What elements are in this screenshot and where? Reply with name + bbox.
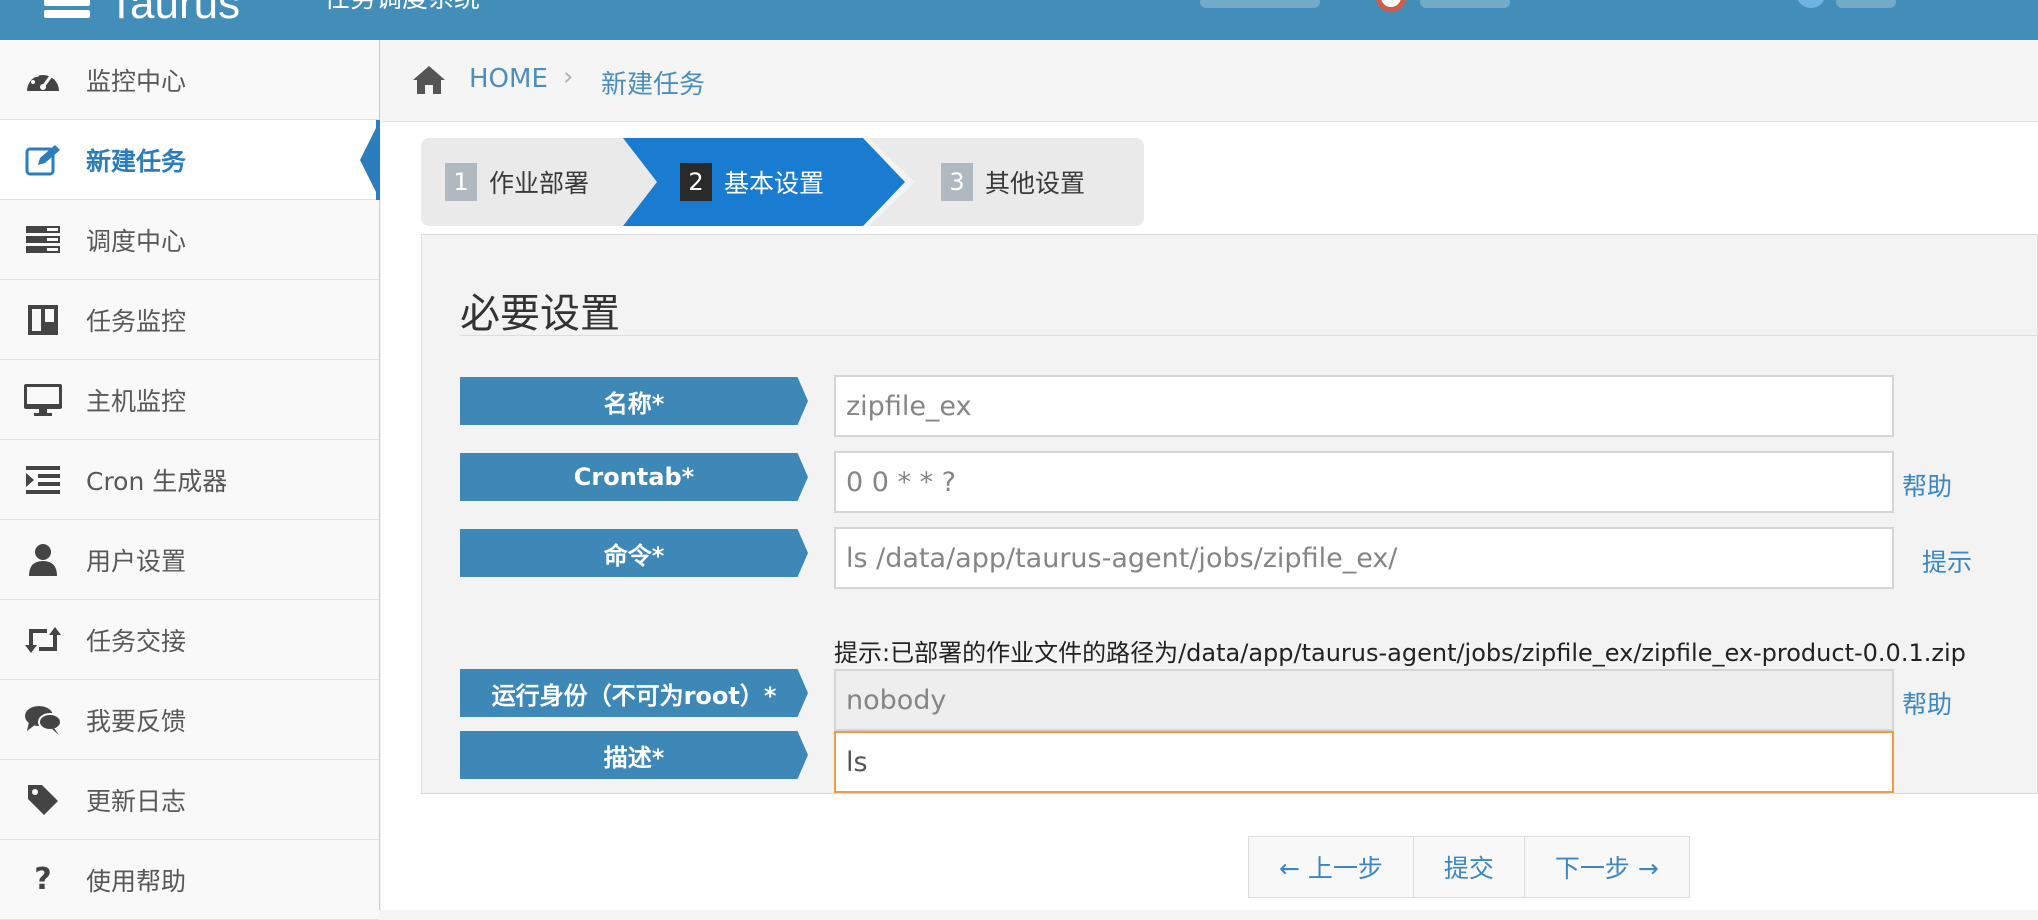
sidebar-item-changelog[interactable]: 更新日志 bbox=[0, 760, 379, 840]
notification-icon[interactable] bbox=[1376, 0, 1406, 12]
step-label: 基本设置 bbox=[724, 169, 825, 198]
sidebar-item-label: Cron 生成器 bbox=[86, 466, 228, 496]
breadcrumb-separator: › bbox=[563, 62, 574, 92]
command-label: 命令* bbox=[460, 529, 808, 577]
indent-icon bbox=[0, 465, 86, 495]
prev-step-button[interactable]: ← 上一步 bbox=[1249, 837, 1414, 897]
sidebar-item-label: 任务交接 bbox=[86, 626, 187, 656]
sidebar-item-label: 我要反馈 bbox=[86, 706, 187, 736]
sidebar-item-monitor-center[interactable]: 监控中心 bbox=[0, 40, 379, 120]
breadcrumb: HOME › 新建任务 bbox=[381, 40, 2038, 122]
breadcrumb-home-link[interactable]: HOME bbox=[469, 64, 548, 94]
wizard-step-3[interactable]: 3 其他设置 bbox=[941, 138, 1085, 226]
sidebar-item-help[interactable]: ? 使用帮助 bbox=[0, 840, 379, 920]
command-hint-link[interactable]: 提示 bbox=[1922, 543, 1972, 579]
deploy-path-hint: 提示:已部署的作业文件的路径为/data/app/taurus-agent/jo… bbox=[834, 639, 1966, 667]
comments-icon bbox=[0, 704, 86, 736]
sidebar-item-label: 新建任务 bbox=[86, 146, 187, 176]
nav-menu-item[interactable] bbox=[1420, 0, 1510, 8]
top-navbar: Taurus 任务调度系统 bbox=[0, 0, 2038, 40]
sidebar-item-host-monitor[interactable]: 主机监控 bbox=[0, 360, 379, 440]
breadcrumb-current: 新建任务 bbox=[601, 70, 706, 100]
sidebar-item-label: 用户设置 bbox=[86, 546, 187, 576]
wizard-step-2[interactable]: 2 基本设置 bbox=[680, 138, 824, 226]
sidebar-item-label: 主机监控 bbox=[86, 386, 187, 416]
retweet-icon bbox=[0, 625, 86, 655]
step-number: 1 bbox=[445, 163, 477, 201]
description-label: 描述* bbox=[460, 731, 808, 779]
user-avatar[interactable] bbox=[1796, 0, 1826, 8]
user-menu[interactable] bbox=[1836, 0, 1896, 8]
edit-icon bbox=[0, 143, 86, 177]
sidebar-item-task-handover[interactable]: 任务交接 bbox=[0, 600, 379, 680]
run-as-help-link[interactable]: 帮助 bbox=[1902, 685, 1952, 721]
sidebar-item-new-task[interactable]: 新建任务 bbox=[0, 120, 380, 200]
logo-icon bbox=[44, 0, 90, 18]
name-label: 名称* bbox=[460, 377, 808, 425]
description-input[interactable]: ls bbox=[834, 731, 1894, 793]
sidebar-item-label: 调度中心 bbox=[86, 226, 187, 256]
step-label: 作业部署 bbox=[489, 169, 590, 198]
dashboard-icon bbox=[0, 65, 86, 95]
run-as-input[interactable]: nobody bbox=[834, 669, 1894, 731]
question-icon: ? bbox=[34, 862, 52, 897]
sidebar-item-user-settings[interactable]: 用户设置 bbox=[0, 520, 379, 600]
command-input[interactable]: ls /data/app/taurus-agent/jobs/zipfile_e… bbox=[834, 527, 1894, 589]
app-subtitle: 任务调度系统 bbox=[324, 0, 480, 16]
wizard-pager: ← 上一步 提交 下一步 → bbox=[1248, 836, 1690, 898]
sidebar-item-schedule-center[interactable]: 调度中心 bbox=[0, 200, 379, 280]
run-as-label: 运行身份（不可为root）* bbox=[460, 669, 808, 717]
crontab-label: Crontab* bbox=[460, 453, 808, 501]
panel-title: 必要设置 bbox=[460, 291, 620, 337]
name-input[interactable]: zipfile_ex bbox=[834, 375, 1894, 437]
sidebar-item-label: 使用帮助 bbox=[86, 866, 187, 896]
user-icon bbox=[0, 543, 86, 577]
sidebar-item-task-monitor[interactable]: 任务监控 bbox=[0, 280, 379, 360]
home-icon[interactable] bbox=[411, 64, 447, 100]
sidebar-item-label: 更新日志 bbox=[86, 786, 187, 816]
settings-panel: 必要设置 名称* zipfile_ex Crontab* 0 0 * * ? 帮… bbox=[421, 234, 2038, 794]
nav-menu-item[interactable] bbox=[1200, 0, 1320, 8]
active-indicator bbox=[376, 120, 380, 200]
sidebar-item-feedback[interactable]: 我要反馈 bbox=[0, 680, 379, 760]
main-content: HOME › 新建任务 1 作业部署 2 基本设置 3 其他设置 必要设置 名称… bbox=[381, 40, 2038, 910]
sidebar-item-label: 任务监控 bbox=[86, 306, 187, 336]
trello-icon bbox=[0, 304, 86, 336]
wizard-step-1[interactable]: 1 作业部署 bbox=[421, 138, 589, 226]
sidebar-item-cron-generator[interactable]: Cron 生成器 bbox=[0, 440, 379, 520]
step-label: 其他设置 bbox=[985, 169, 1086, 198]
crontab-help-link[interactable]: 帮助 bbox=[1902, 467, 1952, 503]
wizard-steps: 1 作业部署 2 基本设置 3 其他设置 bbox=[421, 138, 1144, 226]
desktop-icon bbox=[0, 383, 86, 417]
step-number: 3 bbox=[941, 163, 973, 201]
tag-icon bbox=[0, 783, 86, 817]
next-step-button[interactable]: 下一步 → bbox=[1524, 837, 1689, 897]
step-number: 2 bbox=[680, 163, 712, 201]
divider bbox=[460, 335, 2038, 336]
brand-logo[interactable]: Taurus bbox=[108, 0, 240, 32]
crontab-input[interactable]: 0 0 * * ? bbox=[834, 451, 1894, 513]
submit-button[interactable]: 提交 bbox=[1413, 837, 1525, 897]
sidebar: 监控中心 新建任务 调度中心 任务监控 主机监控 Cron 生成器 用户设置 任… bbox=[0, 40, 380, 920]
tasks-icon bbox=[0, 225, 86, 255]
sidebar-item-label: 监控中心 bbox=[86, 66, 187, 96]
